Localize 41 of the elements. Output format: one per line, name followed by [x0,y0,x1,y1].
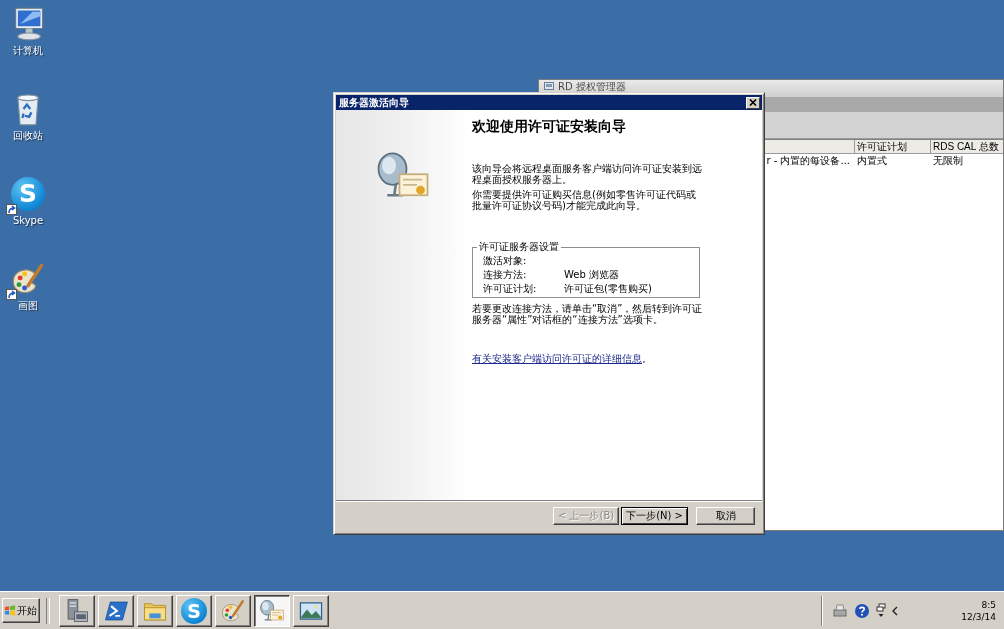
setting-value: Web 浏览器 [564,268,620,282]
desktop-shortcut[interactable]: 计算机 [0,6,56,91]
dialog-title: 服务器激活向导 [339,96,409,109]
windows-flag-icon [4,605,16,616]
wizard-button[interactable]: 下一步(N) > [621,506,688,525]
close-button[interactable] [746,96,760,109]
setting-label: 许可证计划: [483,282,538,296]
palette-icon [220,597,246,624]
window-title: RD 授权管理器 [558,81,626,92]
start-button[interactable]: 开始 [2,598,40,623]
group-label: 许可证服务器设置 [478,241,560,253]
details-link[interactable]: 有关安装客户端访问许可证的详细信息 [472,353,642,364]
wizard-button[interactable]: 取消 [696,506,755,525]
desktop-shortcut[interactable]: 回收站 [0,91,56,176]
app-icon [544,81,554,91]
column-header[interactable]: RDS CAL 总数 [933,141,999,152]
close-icon [749,99,757,106]
taskbar-button[interactable] [254,594,290,627]
clock-date: 12/3/14 [961,610,996,623]
body-text: 你需要提供许可证购买信息(例如零售许可证代码或批量许可证协议号码)才能完成此向导。 [472,189,697,211]
desktop-shortcut[interactable]: 画图 [0,261,56,346]
setting-value: 许可证包(零售购买) [564,282,653,296]
chevron-icon[interactable] [892,605,898,616]
note-text: 若要更改连接方法，请单击“取消”，然后转到许可证服务器“属性”对话框的“连接方法”选项卡。 [472,303,704,325]
server-icon [64,597,90,624]
dish-certificate-icon [259,597,285,624]
table-cell: 内置式 [857,155,887,166]
info-text: 有关安装客户端访问许可证的详细信息。 [472,353,653,364]
table-cell: 无限制 [933,155,963,166]
help-icon[interactable] [854,602,870,619]
clock-time: 8:5 [981,598,996,611]
setting-label: 连接方法: [483,268,528,282]
setting-label: 激活对象: [483,254,528,268]
network-icon[interactable] [876,602,886,619]
column-header[interactable]: 许可证计划 [857,141,907,152]
skype-logo: S [11,177,45,211]
table-cell: r - 内置的每设备... [766,154,850,168]
desktop-shortcut[interactable]: S Skype [0,176,56,261]
wizard-heading: 欢迎使用许可证安装向导 [472,118,627,134]
printer-icon[interactable] [832,602,848,619]
body-text: 该向导会将远程桌面服务客户端访问许可证安装到远程桌面授权服务器上。 [472,163,703,185]
